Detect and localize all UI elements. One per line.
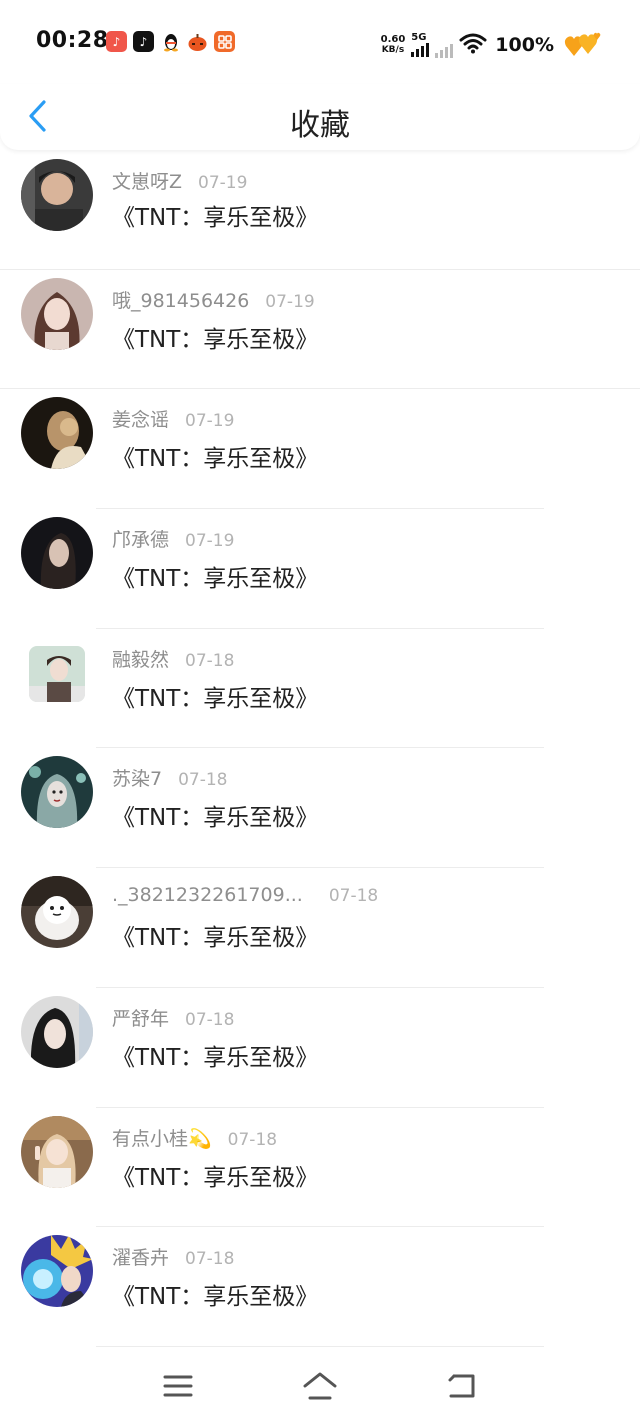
- user-name: 有点小桂💫 07-18: [112, 1124, 277, 1151]
- signal-5g: 5G: [411, 32, 430, 57]
- net-speed-value: 0.60: [380, 34, 406, 45]
- item-title: 《TNT：享乐至极》: [112, 1044, 319, 1071]
- signal-bars-secondary-icon: [435, 44, 454, 58]
- user-name-text: 苏染7: [112, 768, 163, 791]
- avatar[interactable]: [21, 277, 93, 350]
- douyin-red-icon: ♪: [106, 31, 127, 52]
- orange-app-icon: [214, 31, 235, 52]
- net-speed-unit: KB/s: [381, 45, 405, 55]
- post-date: 07-19: [185, 411, 235, 432]
- list-item[interactable]: 融毅然 07-18 《TNT：享乐至极》: [0, 629, 640, 749]
- status-indicators: 0.60 KB/s 5G 100%: [381, 28, 604, 62]
- user-name-text: 融毅然: [112, 648, 170, 671]
- home-icon: [303, 1372, 337, 1400]
- hearts-battery-icon: [564, 28, 604, 62]
- user-name: 姜念谣 07-19: [112, 405, 234, 432]
- user-name: 文崽呀Z 07-19: [112, 167, 247, 194]
- post-date: 07-18: [227, 1129, 278, 1150]
- post-date: 07-18: [178, 770, 228, 791]
- page-title: 收藏: [290, 108, 350, 143]
- avatar[interactable]: [21, 517, 93, 590]
- avatar[interactable]: [21, 876, 93, 949]
- menu-icon: [163, 1375, 193, 1397]
- list-item[interactable]: 苏染7 07-18 《TNT：享乐至极》: [0, 748, 640, 869]
- post-date: 07-18: [185, 1249, 235, 1270]
- user-name-text: 邝承德: [112, 529, 170, 552]
- qq-penguin-icon: [160, 31, 181, 52]
- user-name-text: 文崽呀Z: [112, 171, 183, 193]
- user-name-text: 濯香卉: [112, 1247, 170, 1270]
- user-name-text: 哦_981456426: [112, 289, 250, 312]
- favorites-list: 文崽呀Z 07-19 《TNT：享乐至极》 哦_981456426 07-19 《T…: [0, 150, 640, 1347]
- user-name: 苏染7 07-18: [112, 764, 228, 791]
- avatar[interactable]: [21, 995, 93, 1068]
- list-item[interactable]: 严舒年 07-18 《TNT：享乐至极》: [0, 988, 640, 1108]
- status-time: 00:28: [36, 28, 109, 53]
- item-title: 《TNT：享乐至极》: [112, 805, 319, 832]
- signal-bars-icon: [411, 43, 430, 57]
- user-name-text: 严舒年: [112, 1007, 170, 1030]
- user-name: 严舒年 07-18: [112, 1004, 234, 1031]
- user-name-text: 有点小桂💫: [112, 1127, 212, 1150]
- user-name: 哦_981456426 07-19: [112, 286, 315, 313]
- list-item[interactable]: 有点小桂💫 07-18 《TNT：享乐至极》: [0, 1108, 640, 1228]
- user-name-text: 姜念谣: [112, 409, 170, 432]
- home-button[interactable]: [298, 1366, 342, 1406]
- divider: [96, 1345, 544, 1347]
- user-name: ._3821232261709... 07-18: [112, 884, 378, 906]
- item-title: 《TNT：享乐至极》: [112, 925, 319, 952]
- post-date: 07-18: [328, 886, 379, 907]
- notification-icons: ♪ ♪: [106, 31, 235, 52]
- avatar[interactable]: [21, 756, 93, 829]
- wifi-icon: [459, 32, 487, 58]
- item-title: 《TNT：享乐至极》: [112, 446, 319, 473]
- pumpkin-icon: [187, 31, 208, 52]
- user-name: 濯香卉 07-18: [112, 1243, 234, 1270]
- post-date: 07-19: [185, 531, 235, 552]
- list-item[interactable]: ._3821232261709... 07-18 《TNT：享乐至极》: [0, 868, 640, 988]
- user-name-text: ._3821232261709...: [112, 884, 303, 907]
- item-title: 《TNT：享乐至极》: [112, 326, 319, 353]
- item-title: 《TNT：享乐至极》: [112, 1164, 319, 1191]
- list-item[interactable]: 濯香卉 07-18 《TNT：享乐至极》: [0, 1227, 640, 1347]
- system-nav-bar: [0, 1348, 640, 1422]
- menu-button[interactable]: [156, 1366, 200, 1406]
- network-type: 5G: [411, 32, 427, 43]
- back-arrow-icon: [448, 1374, 475, 1398]
- post-date: 07-19: [198, 173, 248, 193]
- avatar[interactable]: [21, 159, 93, 231]
- net-speed: 0.60 KB/s: [381, 34, 406, 56]
- user-name: 邝承德 07-19: [112, 525, 234, 552]
- post-date: 07-18: [185, 1009, 235, 1030]
- item-title: 《TNT：享乐至极》: [112, 685, 319, 712]
- user-name: 融毅然 07-18: [112, 645, 234, 672]
- status-bar: 00:28 ♪ ♪ 0.60 KB/s 5G 100%: [0, 0, 640, 84]
- avatar[interactable]: [21, 1235, 93, 1308]
- list-item[interactable]: 邝承德 07-19 《TNT：享乐至极》: [0, 509, 640, 629]
- list-item[interactable]: 姜念谣 07-19 《TNT：享乐至极》: [0, 389, 640, 510]
- list-item[interactable]: 文崽呀Z 07-19 《TNT：享乐至极》: [0, 150, 640, 270]
- post-date: 07-18: [185, 650, 235, 671]
- avatar[interactable]: [21, 1115, 93, 1188]
- item-title: 《TNT：享乐至极》: [112, 566, 319, 593]
- tiktok-icon: ♪: [133, 31, 154, 52]
- avatar[interactable]: [29, 645, 85, 702]
- item-title: 《TNT：享乐至极》: [112, 1284, 319, 1311]
- top-app-bar: 收藏: [0, 84, 640, 150]
- list-item[interactable]: 哦_981456426 07-19 《TNT：享乐至极》: [0, 270, 640, 390]
- item-title: 《TNT：享乐至极》: [112, 205, 319, 231]
- back-nav-button[interactable]: [440, 1366, 484, 1406]
- battery-level: 100%: [495, 34, 554, 56]
- avatar[interactable]: [21, 397, 93, 470]
- post-date: 07-19: [265, 291, 315, 312]
